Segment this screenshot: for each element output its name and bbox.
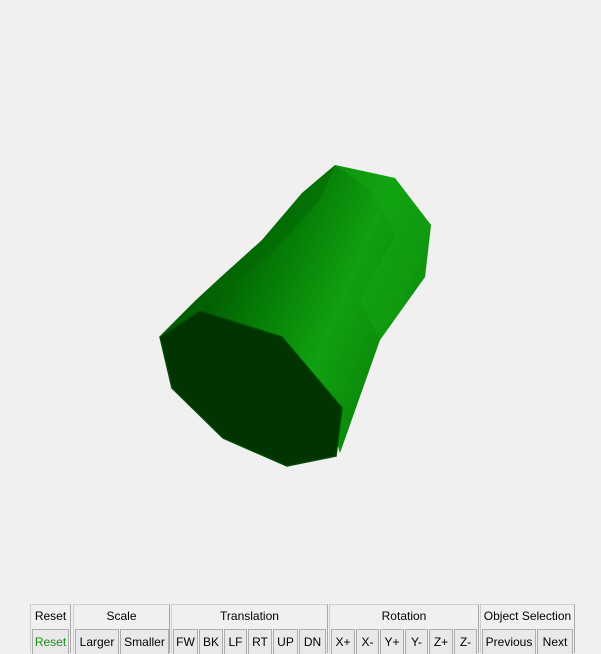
rotate-y-minus-button[interactable]: Y- — [405, 629, 428, 654]
translation-group: Translation FW BK LF RT UP DN — [171, 604, 328, 654]
larger-button[interactable]: Larger — [75, 629, 119, 654]
3d-viewport[interactable] — [0, 0, 601, 600]
object-selection-group-title: Object Selection — [483, 609, 572, 623]
smaller-button[interactable]: Smaller — [120, 629, 169, 654]
forward-button[interactable]: FW — [173, 629, 198, 654]
object-selection-group: Object Selection Previous Next — [480, 604, 575, 654]
previous-button[interactable]: Previous — [482, 629, 536, 654]
rotation-group: Rotation X+ X- Y+ Y- Z+ Z- — [329, 604, 479, 654]
rotation-group-title: Rotation — [381, 609, 427, 623]
rotate-y-plus-button[interactable]: Y+ — [380, 629, 404, 654]
scale-group: Scale Larger Smaller — [73, 604, 170, 654]
right-button[interactable]: RT — [248, 629, 272, 654]
rotate-x-minus-button[interactable]: X- — [356, 629, 379, 654]
down-button[interactable]: DN — [299, 629, 326, 654]
back-button[interactable]: BK — [199, 629, 223, 654]
up-button[interactable]: UP — [273, 629, 298, 654]
reset-group-title: Reset — [34, 609, 67, 623]
rotate-z-plus-button[interactable]: Z+ — [429, 629, 453, 654]
reset-button[interactable]: Reset — [32, 629, 69, 654]
next-button[interactable]: Next — [537, 629, 573, 654]
rotate-z-minus-button[interactable]: Z- — [454, 629, 477, 654]
rotate-x-plus-button[interactable]: X+ — [331, 629, 355, 654]
translation-group-title: Translation — [220, 609, 279, 623]
reset-group: Reset Reset — [30, 604, 71, 654]
left-button[interactable]: LF — [224, 629, 247, 654]
scale-group-title: Scale — [106, 609, 137, 623]
cylinder-render — [159, 165, 431, 467]
